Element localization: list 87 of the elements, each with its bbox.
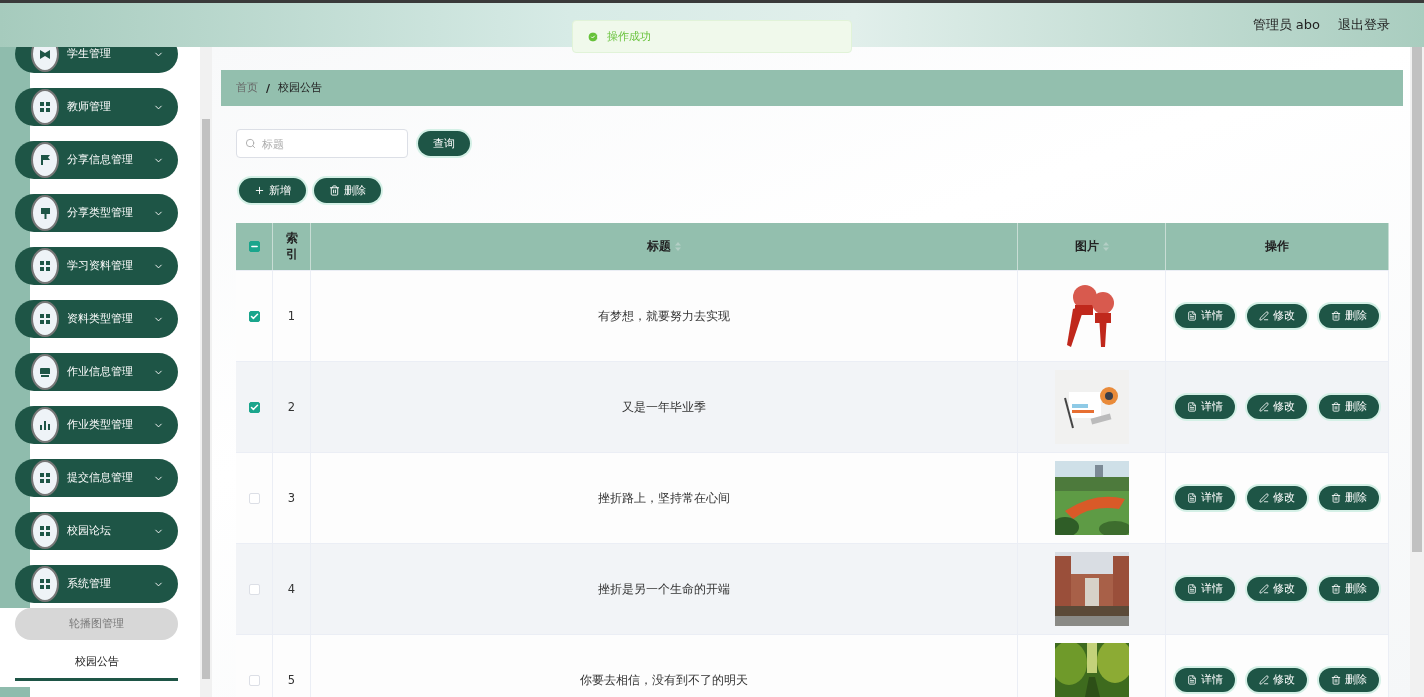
row-action-button[interactable]: 删除	[1319, 304, 1379, 328]
toolbar-button[interactable]: 删除	[314, 178, 381, 203]
page-scrollbar[interactable]	[1410, 47, 1424, 697]
row-action-button[interactable]: 详情	[1175, 577, 1235, 601]
document-icon	[1187, 675, 1197, 685]
grid-icon	[40, 102, 50, 112]
document-icon	[1187, 402, 1197, 412]
row-index: 3	[287, 490, 296, 506]
check-circle-icon	[587, 30, 599, 43]
bar-chart-icon	[40, 420, 50, 430]
breadcrumb-separator: /	[266, 81, 271, 95]
pencil-icon	[1259, 402, 1269, 412]
row-action-button[interactable]: 详情	[1175, 395, 1235, 419]
pencil-icon	[1259, 311, 1269, 321]
sidebar-menu-item[interactable]: 作业类型管理	[15, 406, 178, 444]
notice-title: 挫折是另一个生命的开端	[598, 581, 730, 597]
bowtie-icon	[40, 49, 50, 59]
row-checkbox[interactable]	[248, 310, 260, 322]
row-action-button[interactable]: 删除	[1319, 395, 1379, 419]
pencil-icon	[1259, 675, 1269, 685]
trash-icon	[329, 185, 340, 196]
trash-icon	[1331, 402, 1341, 412]
sort-icon	[1102, 242, 1109, 251]
logout-link[interactable]: 退出登录	[1338, 16, 1390, 34]
row-index: 2	[287, 399, 296, 415]
search-icon	[245, 138, 256, 149]
sidebar-menu-item[interactable]: 教师管理	[15, 88, 178, 126]
row-action-button[interactable]: 详情	[1175, 486, 1235, 510]
row-index: 5	[287, 672, 296, 688]
row-action-button[interactable]: 删除	[1319, 668, 1379, 692]
pencil-icon	[1259, 584, 1269, 594]
column-header[interactable]: 图片	[1074, 238, 1099, 255]
notice-title: 有梦想，就要努力去实现	[598, 308, 730, 324]
row-action-button[interactable]: 修改	[1247, 486, 1307, 510]
trash-icon	[1331, 311, 1341, 321]
grid-icon	[40, 314, 50, 324]
user-name: 管理员 abo	[1252, 16, 1320, 34]
search-field[interactable]: 标题	[236, 129, 408, 158]
pushpin-icon	[40, 207, 50, 219]
sidebar-menu-item[interactable]: 分享信息管理	[15, 141, 178, 179]
sidebar-menu-item[interactable]: 校园论坛	[15, 512, 178, 550]
grid-icon	[40, 261, 50, 271]
document-icon	[1187, 311, 1197, 321]
document-icon	[1187, 584, 1197, 594]
search-button[interactable]: 查询	[418, 131, 470, 156]
document-icon	[1187, 493, 1197, 503]
notice-title: 又是一年毕业季	[622, 399, 706, 415]
row-action-button[interactable]: 删除	[1319, 486, 1379, 510]
column-header[interactable]: 标题	[647, 238, 671, 255]
row-action-button[interactable]: 修改	[1247, 668, 1307, 692]
grid-icon	[40, 579, 50, 589]
trash-icon	[1331, 675, 1341, 685]
row-action-button[interactable]: 详情	[1175, 304, 1235, 328]
notice-title: 挫折路上，坚持常在心间	[598, 490, 730, 506]
toast-message: 操作成功	[607, 29, 651, 44]
sidebar-menu-item[interactable]: 提交信息管理	[15, 459, 178, 497]
row-checkbox[interactable]	[248, 401, 260, 413]
monitor-icon	[40, 367, 50, 377]
notice-title: 你要去相信，没有到不了的明天	[580, 672, 748, 688]
trash-icon	[1331, 584, 1341, 594]
sidebar-menu-item[interactable]: 分享类型管理	[15, 194, 178, 232]
sidebar-menu-item[interactable]: 作业信息管理	[15, 353, 178, 391]
row-action-button[interactable]: 详情	[1175, 668, 1235, 692]
pencil-icon	[1259, 493, 1269, 503]
sidebar-menu-item[interactable]: 学生管理	[15, 47, 178, 73]
row-index: 1	[287, 308, 296, 324]
column-header: 操作	[1265, 238, 1289, 255]
grid-icon	[40, 526, 50, 536]
row-index: 4	[287, 581, 296, 597]
row-action-button[interactable]: 修改	[1247, 304, 1307, 328]
sidebar-menu-item[interactable]: 系统管理	[15, 565, 178, 603]
row-action-button[interactable]: 删除	[1319, 577, 1379, 601]
row-action-button[interactable]: 修改	[1247, 577, 1307, 601]
row-action-button[interactable]: 修改	[1247, 395, 1307, 419]
search-input[interactable]: 标题	[260, 136, 394, 151]
toolbar-button[interactable]: 新增	[239, 178, 306, 203]
grid-icon	[40, 473, 50, 483]
sort-icon	[675, 242, 681, 251]
column-header: 索引	[285, 230, 298, 263]
plus-icon	[254, 185, 265, 196]
breadcrumb-item: 校园公告	[278, 81, 323, 95]
sidebar-scrollbar[interactable]	[200, 47, 212, 697]
select-all-checkbox[interactable]	[248, 241, 260, 252]
sidebar-menu-item[interactable]: 学习资料管理	[15, 247, 178, 285]
trash-icon	[1331, 493, 1341, 503]
sidebar-menu-item[interactable]: 资料类型管理	[15, 300, 178, 338]
flag-icon	[40, 155, 50, 165]
